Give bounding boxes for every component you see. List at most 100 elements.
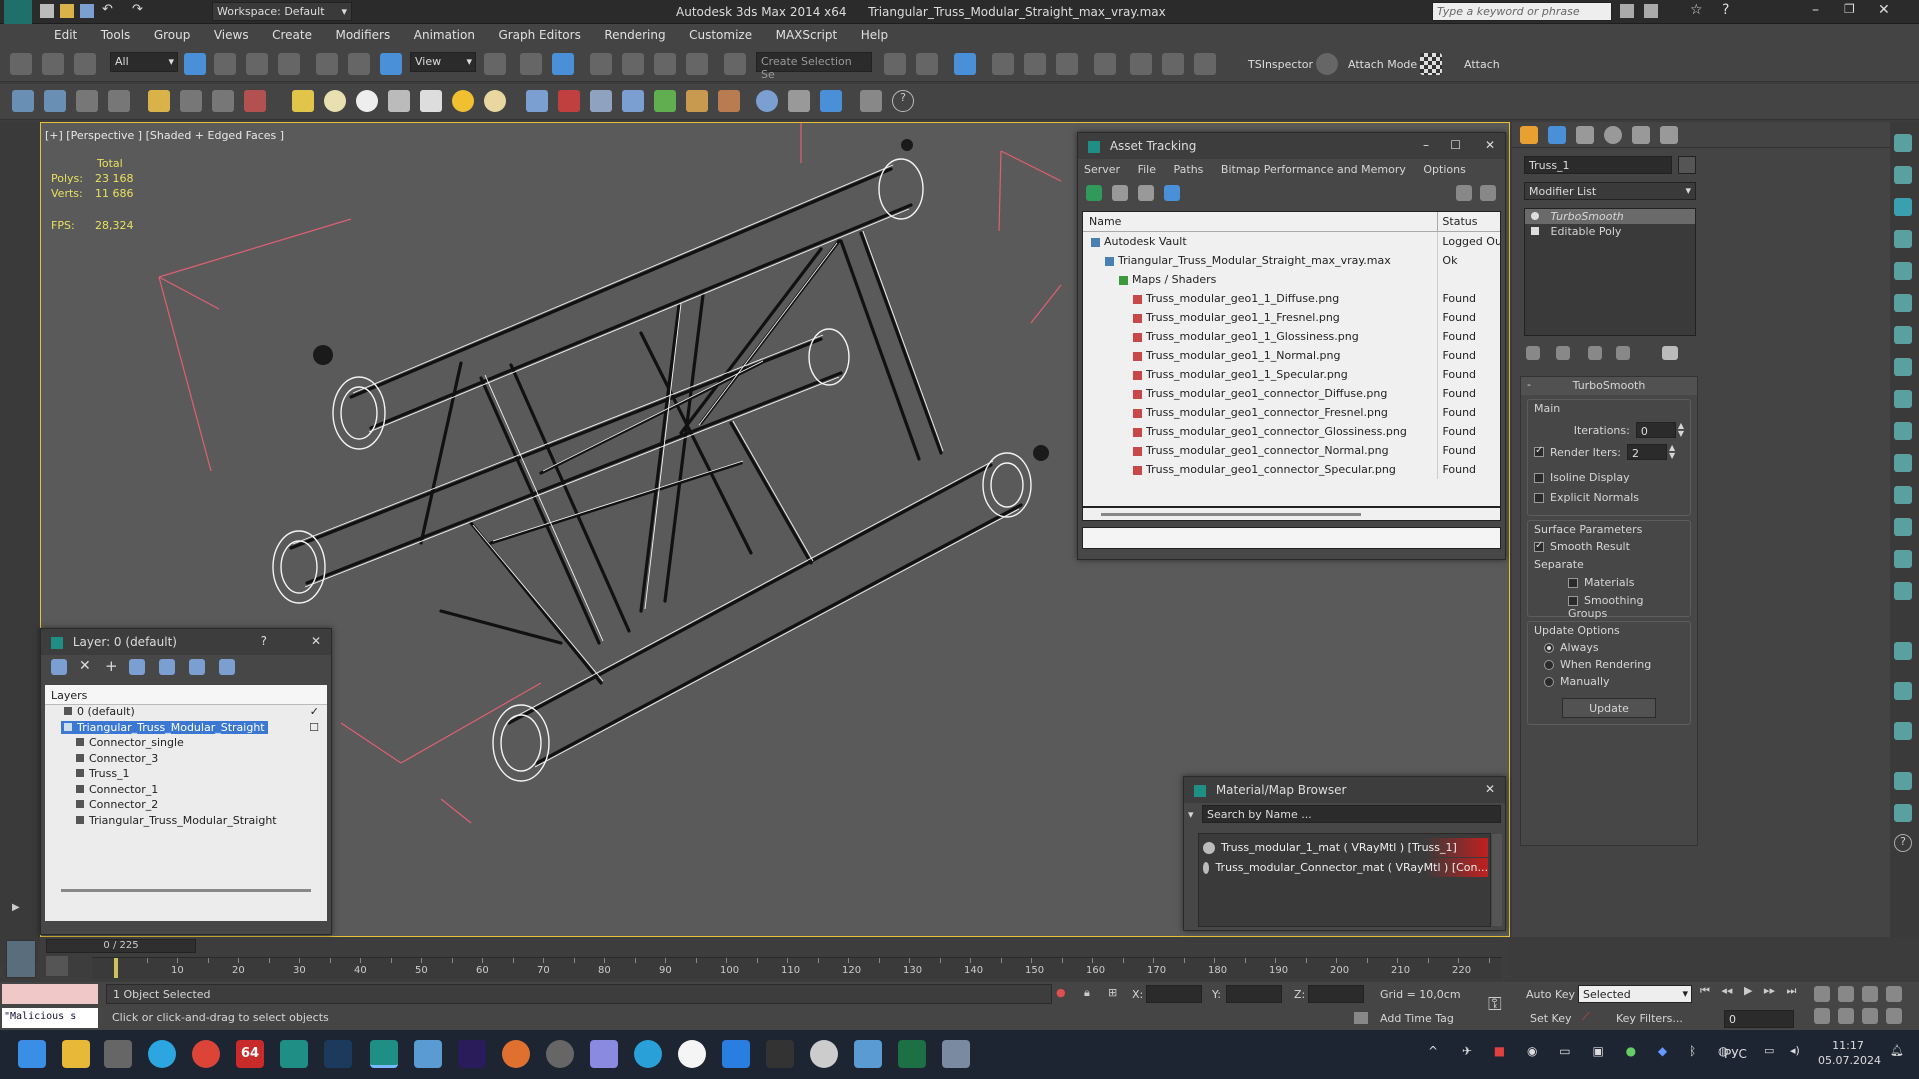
- select-object-icon[interactable]: [184, 53, 206, 75]
- redo-icon[interactable]: ↷: [132, 2, 143, 17]
- app-64-icon[interactable]: 64: [236, 1040, 264, 1068]
- undo-icon[interactable]: ↶: [102, 2, 113, 17]
- add-time-tag-button[interactable]: Add Time Tag: [1380, 1012, 1454, 1025]
- snaps-toggle-icon[interactable]: [590, 53, 612, 75]
- vray-plane-icon[interactable]: [292, 90, 314, 112]
- explicit-normals-checkbox[interactable]: [1534, 493, 1544, 503]
- smoothing-groups-checkbox[interactable]: [1568, 596, 1578, 606]
- menu-animation[interactable]: Animation: [404, 24, 485, 46]
- close-icon[interactable]: ✕: [1485, 138, 1495, 152]
- 3dsmax-old-icon[interactable]: [280, 1040, 308, 1068]
- tray-app-3-icon[interactable]: ◉: [1527, 1044, 1537, 1058]
- y-coordinate-field[interactable]: [1226, 985, 1282, 1003]
- zoom-icon[interactable]: [1814, 986, 1830, 1002]
- go-to-end-icon[interactable]: ⏭: [1786, 984, 1796, 997]
- current-layer-checkmark-icon[interactable]: ✓: [310, 705, 319, 718]
- batch-render-icon[interactable]: [820, 90, 842, 112]
- list-view-icon[interactable]: [1112, 185, 1128, 201]
- binoculars-icon[interactable]: [1620, 4, 1634, 18]
- pin-stack-icon[interactable]: [1526, 346, 1540, 360]
- render-icon[interactable]: [44, 90, 66, 112]
- volume-icon[interactable]: ◂): [1790, 1044, 1800, 1057]
- menu-graph-editors[interactable]: Graph Editors: [488, 24, 590, 46]
- absolute-mode-icon[interactable]: ⊞: [1108, 986, 1117, 999]
- lights-lister-icon[interactable]: [148, 90, 170, 112]
- asset-row[interactable]: Truss_modular_geo1_1_Diffuse.png Found: [1083, 289, 1500, 308]
- select-manipulate-icon[interactable]: [520, 53, 542, 75]
- go-to-start-icon[interactable]: ⏮: [1700, 984, 1710, 997]
- zoom-extents-icon[interactable]: [1862, 986, 1878, 1002]
- rectangular-selection-icon[interactable]: [246, 53, 268, 75]
- viewport-layout-button[interactable]: [6, 940, 36, 978]
- highlight-selected-icon[interactable]: [159, 659, 175, 675]
- checker-icon[interactable]: [1420, 53, 1442, 75]
- strip-tool-7-icon[interactable]: [1894, 326, 1912, 344]
- notification-icon[interactable]: 🔔︎: [1890, 1044, 1904, 1057]
- tsinspector-button[interactable]: TSInspector: [1248, 58, 1313, 71]
- lock-selection-icon[interactable]: 🔒︎: [1084, 986, 1090, 1000]
- tools-icon[interactable]: [1644, 4, 1658, 18]
- current-frame-field[interactable]: 0: [1724, 1010, 1794, 1028]
- render-production-icon[interactable]: [1194, 53, 1216, 75]
- app-logo-icon[interactable]: [4, 0, 32, 24]
- calculator-icon[interactable]: [942, 1040, 970, 1068]
- set-key-button[interactable]: Set Key: [1530, 1012, 1572, 1025]
- help-icon[interactable]: [1456, 185, 1472, 201]
- strip-tool-3-icon[interactable]: [1894, 198, 1912, 216]
- vray-sky-icon[interactable]: [484, 90, 506, 112]
- modifier-list-dropdown[interactable]: Modifier List ▾: [1524, 182, 1696, 200]
- asset-row[interactable]: Truss_modular_geo1_connector_Specular.pn…: [1083, 460, 1500, 479]
- select-in-layer-icon[interactable]: [129, 659, 145, 675]
- strip-tool-11-icon[interactable]: [1894, 454, 1912, 472]
- orbit-icon[interactable]: [1862, 1008, 1878, 1024]
- globe-icon[interactable]: [756, 90, 778, 112]
- move-icon[interactable]: [316, 53, 338, 75]
- object-name-field[interactable]: Truss_1: [1524, 156, 1672, 174]
- asset-row[interactable]: Truss_modular_geo1_1_Normal.png Found: [1083, 346, 1500, 365]
- close-icon[interactable]: ✕: [1485, 782, 1495, 796]
- maximize-viewport-icon[interactable]: [1886, 1008, 1902, 1024]
- camera-icon[interactable]: [180, 90, 202, 112]
- camera-app-icon[interactable]: [854, 1040, 882, 1068]
- maxscript-output[interactable]: "Malicious s: [2, 1008, 98, 1028]
- reference-coordinate-dropdown[interactable]: View ▾: [410, 52, 476, 72]
- select-by-name-icon[interactable]: [214, 53, 236, 75]
- curve-editor-icon[interactable]: [1024, 53, 1046, 75]
- when-rendering-radio[interactable]: [1544, 660, 1554, 670]
- layer-row[interactable]: Connector_2: [45, 798, 327, 814]
- menu-rendering[interactable]: Rendering: [594, 24, 675, 46]
- plant-icon[interactable]: [654, 90, 676, 112]
- current-frame-marker[interactable]: [114, 958, 118, 978]
- modify-tab-icon[interactable]: [1548, 126, 1566, 144]
- strip-tool-17-icon[interactable]: [1894, 682, 1912, 700]
- render-iters-checkbox[interactable]: [1534, 445, 1544, 457]
- asset-scrollbar[interactable]: [1082, 507, 1501, 521]
- network-icon[interactable]: ▭: [1764, 1044, 1774, 1057]
- open-file-icon[interactable]: [60, 4, 74, 18]
- excel-icon[interactable]: [898, 1040, 926, 1068]
- yandex-browser-icon[interactable]: [678, 1040, 706, 1068]
- menu-modifiers[interactable]: Modifiers: [325, 24, 400, 46]
- clock[interactable]: 11:17 05.07.2024: [1818, 1038, 1881, 1068]
- bluetooth-icon[interactable]: ᛒ: [1689, 1044, 1696, 1058]
- bind-space-warp-icon[interactable]: [74, 53, 96, 75]
- layer-row[interactable]: Truss_1: [45, 767, 327, 783]
- menu-edit[interactable]: Edit: [44, 24, 87, 46]
- language-indicator[interactable]: РУС: [1724, 1047, 1747, 1061]
- help-icon[interactable]: ?: [261, 634, 267, 648]
- iterations-spinner[interactable]: 0: [1635, 422, 1676, 438]
- create-tab-icon[interactable]: [1520, 126, 1538, 144]
- asset-menu-paths[interactable]: Paths: [1174, 163, 1204, 176]
- dynamics-icon[interactable]: [558, 90, 580, 112]
- remove-modifier-icon[interactable]: [1616, 346, 1630, 360]
- schematic-view-icon[interactable]: [1056, 53, 1078, 75]
- vray-proxy-icon[interactable]: [212, 90, 234, 112]
- utilities-tab-icon[interactable]: [1660, 126, 1678, 144]
- materials-checkbox[interactable]: [1568, 578, 1578, 588]
- set-current-layer-icon[interactable]: ☐: [309, 721, 319, 734]
- new-file-icon[interactable]: [40, 4, 54, 18]
- link-icon[interactable]: [10, 53, 32, 75]
- asset-row[interactable]: Truss_modular_geo1_1_Specular.png Found: [1083, 365, 1500, 384]
- scale-icon[interactable]: [380, 53, 402, 75]
- strip-tool-20-icon[interactable]: [1894, 804, 1912, 822]
